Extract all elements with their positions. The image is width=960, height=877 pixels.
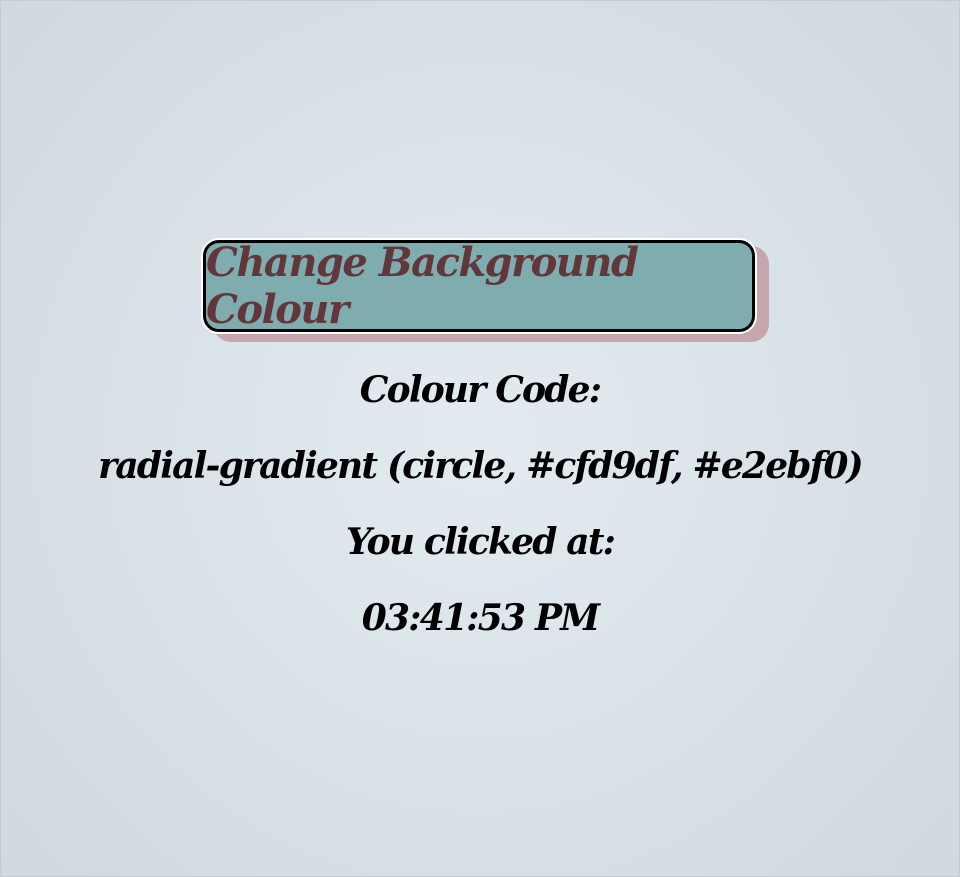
main-content: Change Background Colour Colour Code: ra… bbox=[0, 239, 960, 656]
colour-code-heading: Colour Code: bbox=[359, 369, 602, 411]
change-background-button[interactable]: Change Background Colour bbox=[203, 239, 755, 333]
clicked-at-heading: You clicked at: bbox=[345, 521, 616, 563]
colour-code-value: radial-gradient (circle, #cfd9df, #e2ebf… bbox=[98, 445, 863, 487]
clicked-time: 03:41:53 PM bbox=[361, 597, 600, 639]
